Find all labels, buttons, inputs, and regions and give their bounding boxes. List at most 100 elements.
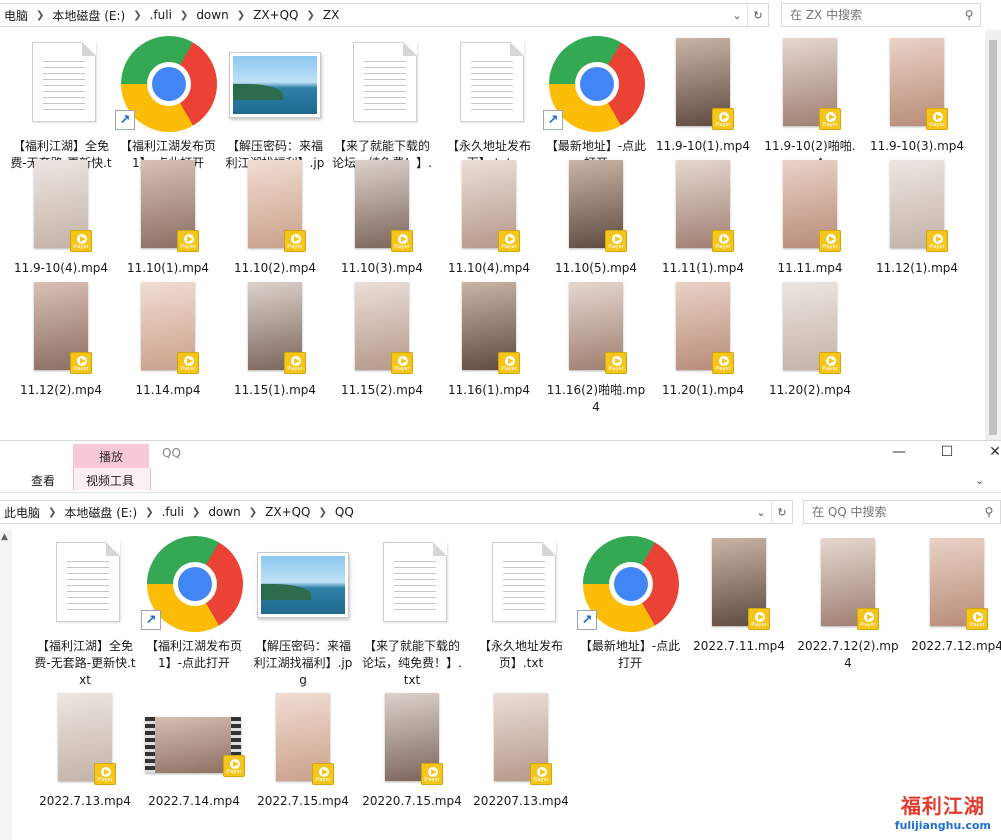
breadcrumb-item[interactable]: down — [204, 505, 244, 519]
close-button[interactable]: ✕ — [980, 444, 1001, 464]
file-item[interactable]: Player 11.10(2).mp4 — [222, 158, 328, 277]
player-badge-icon: Player — [819, 230, 841, 252]
player-badge-icon: Player — [712, 108, 734, 130]
thumbnail: ↗ — [543, 36, 649, 136]
file-item[interactable]: Player 11.9-10(4).mp4 — [8, 158, 114, 277]
search-input[interactable] — [804, 501, 978, 523]
player-badge-icon: Player — [530, 763, 552, 785]
file-item[interactable]: Player 11.16(2)啪啪.mp4 — [543, 280, 649, 416]
file-item[interactable]: ↗【最新地址】-点此打开 — [543, 36, 649, 172]
file-item[interactable]: Player 11.10(1).mp4 — [115, 158, 221, 277]
breadcrumb-item[interactable]: 本地磁盘 (E:) — [60, 504, 141, 521]
file-item[interactable]: 【永久地址发布页】.txt — [468, 536, 574, 672]
minimize-button[interactable]: — — [884, 444, 914, 464]
file-item[interactable]: Player 11.10(3).mp4 — [329, 158, 435, 277]
tab-view[interactable]: 查看 — [31, 472, 55, 489]
video-thumbnail: Player — [783, 282, 841, 374]
file-item[interactable]: Player 11.12(1).mp4 — [864, 158, 970, 277]
file-item[interactable]: Player 11.14.mp4 — [115, 280, 221, 399]
file-item[interactable]: Player 11.12(2).mp4 — [8, 280, 114, 399]
thumbnail: Player — [436, 280, 542, 380]
file-item[interactable]: 【福利江湖】全免费-无套路-更新快.txt — [32, 536, 138, 689]
shortcut-arrow-icon: ↗ — [543, 110, 563, 130]
file-item[interactable]: Player 2022.7.12(2).mp4 — [795, 536, 901, 672]
file-name-label: 11.9-10(3).mp4 — [869, 139, 965, 153]
thumbnail: Player — [686, 536, 792, 636]
file-item[interactable]: Player11.9-10(2)啪啪.mp4 — [757, 36, 863, 172]
video-thumbnail: Player — [248, 282, 306, 374]
divider — [0, 492, 1001, 493]
text-file-icon — [383, 542, 447, 622]
file-item[interactable]: Player 11.9-10(1).mp4 — [650, 36, 756, 155]
chevron-up-icon[interactable]: ▲ — [1, 532, 8, 542]
file-item[interactable]: 【永久地址发布页】.txt — [436, 36, 542, 172]
video-thumbnail: Player — [58, 693, 116, 785]
breadcrumb-item[interactable]: 此电脑 — [0, 504, 44, 521]
search-input[interactable] — [782, 4, 958, 26]
thumbnail: Player — [8, 280, 114, 380]
file-item[interactable]: Player 2022.7.12.mp4 — [904, 536, 1001, 655]
chevron-down-icon[interactable]: ⌄ — [727, 4, 747, 26]
file-item[interactable]: 【来了就能下载的论坛，纯免费！】.txt — [359, 536, 465, 689]
file-item[interactable]: ↗【福利江湖发布页1】-点此打开 — [141, 536, 247, 672]
file-item[interactable]: Player 11.10(4).mp4 — [436, 158, 542, 277]
refresh-icon[interactable]: ↻ — [771, 501, 792, 523]
file-item[interactable]: Player 11.15(2).mp4 — [329, 280, 435, 399]
video-thumbnail: Player — [890, 38, 948, 130]
file-name-label: 11.10(1).mp4 — [126, 261, 210, 275]
file-item[interactable]: ↗【福利江湖发布页1】-点此打开 — [115, 36, 221, 172]
tab-video-tools[interactable]: 视频工具 — [86, 472, 134, 489]
file-item[interactable]: Player 11.15(1).mp4 — [222, 280, 328, 399]
file-name-label: 11.9-10(1).mp4 — [655, 139, 751, 153]
video-thumbnail: Player — [494, 693, 552, 785]
file-item[interactable]: Player 2022.7.11.mp4 — [686, 536, 792, 655]
breadcrumb-item[interactable]: .fuli — [146, 8, 176, 22]
scrollbar[interactable] — [985, 30, 1001, 440]
thumbnail: Player — [650, 280, 756, 380]
player-badge-icon: Player — [819, 108, 841, 130]
address-bar-qq[interactable]: 此电脑 ❯ 本地磁盘 (E:) ❯ .fuli ❯ down ❯ ZX+QQ ❯ QQ ⌄… — [0, 500, 793, 524]
file-item[interactable]: Player 11.11.mp4 — [757, 158, 863, 277]
refresh-icon[interactable]: ↻ — [747, 4, 768, 26]
tab-play[interactable]: 播放 — [73, 444, 149, 468]
search-icon[interactable]: ⚲ — [958, 8, 980, 22]
file-item[interactable]: Player 2022.7.13.mp4 — [32, 691, 138, 810]
breadcrumb-item[interactable]: ZX+QQ — [261, 505, 314, 519]
breadcrumb-item[interactable]: down — [192, 8, 232, 22]
search-icon[interactable]: ⚲ — [978, 505, 1000, 519]
thumbnail — [436, 36, 542, 136]
player-badge-icon: Player — [391, 352, 413, 374]
player-badge-icon: Player — [391, 230, 413, 252]
file-item[interactable]: Player 11.11(1).mp4 — [650, 158, 756, 277]
search-box-qq[interactable]: ⚲ — [803, 500, 1001, 524]
maximize-button[interactable]: ☐ — [932, 444, 962, 464]
player-badge-icon: Player — [819, 352, 841, 374]
breadcrumb-item[interactable]: ZX — [319, 8, 343, 22]
breadcrumb-item[interactable]: 本地磁盘 (E:) — [48, 7, 129, 24]
chevron-down-icon[interactable]: ⌄ — [751, 501, 771, 523]
thumbnail: Player — [543, 158, 649, 258]
address-bar-zx[interactable]: 电脑 ❯ 本地磁盘 (E:) ❯ .fuli ❯ down ❯ ZX+QQ ❯ ZX ⌄ … — [0, 3, 769, 27]
file-item[interactable]: Player 2022.7.15.mp4 — [250, 691, 356, 810]
file-item[interactable]: ↗【最新地址】-点此打开 — [577, 536, 683, 672]
file-item[interactable]: Player 11.16(1).mp4 — [436, 280, 542, 399]
breadcrumb-item[interactable]: QQ — [331, 505, 358, 519]
file-item[interactable]: Player 11.10(5).mp4 — [543, 158, 649, 277]
file-name-label: 11.11.mp4 — [777, 261, 843, 275]
breadcrumb-item[interactable]: ZX+QQ — [249, 8, 302, 22]
file-item[interactable]: Player 11.20(1).mp4 — [650, 280, 756, 399]
chevron-down-icon[interactable]: ⌄ — [975, 474, 984, 487]
breadcrumb-item[interactable]: .fuli — [158, 505, 188, 519]
file-item[interactable]: Player 11.20(2).mp4 — [757, 280, 863, 399]
scrollbar-thumb[interactable] — [989, 40, 997, 435]
file-name-label: 11.11(1).mp4 — [661, 261, 745, 275]
search-box-zx[interactable]: ⚲ — [781, 3, 981, 27]
player-badge-icon: Player — [605, 230, 627, 252]
file-item[interactable]: 【解压密码：来福利江湖找福利】.jpg — [250, 536, 356, 689]
file-item[interactable]: Player 20220.7.15.mp4 — [359, 691, 465, 810]
file-item[interactable]: Player 2022.7.14.mp4 — [141, 691, 247, 810]
video-thumbnail: Player — [890, 160, 948, 252]
file-item[interactable]: Player 202207.13.mp4 — [468, 691, 574, 810]
breadcrumb-item[interactable]: 电脑 — [0, 7, 32, 24]
file-item[interactable]: Player 11.9-10(3).mp4 — [864, 36, 970, 155]
